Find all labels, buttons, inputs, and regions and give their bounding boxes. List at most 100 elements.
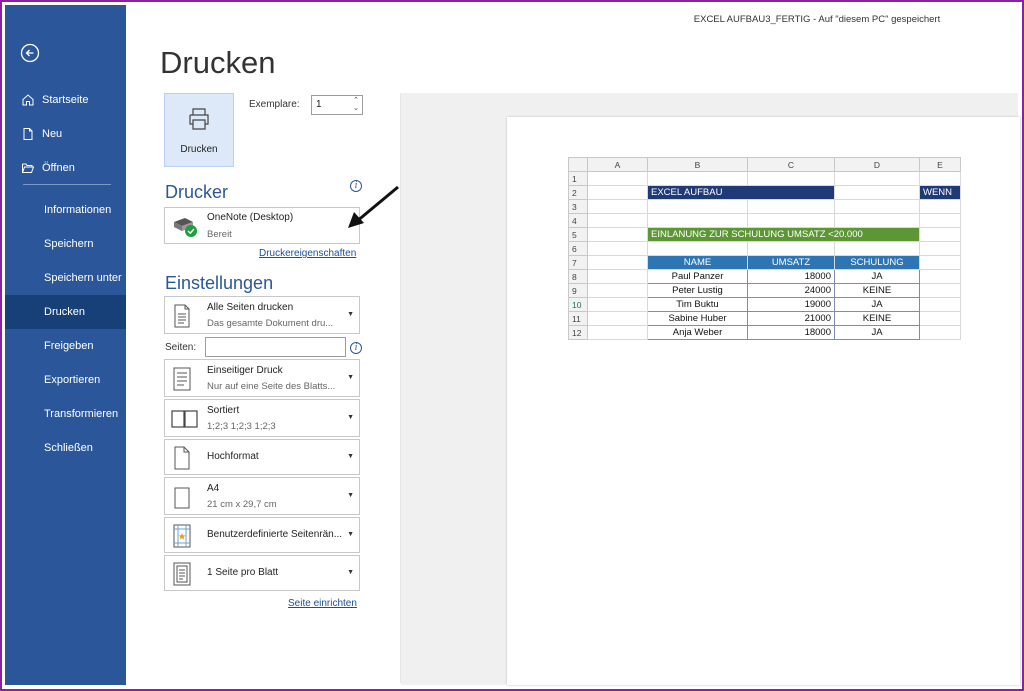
cell-name: Tim Buktu xyxy=(647,297,748,312)
cell-umsatz: 24000 xyxy=(747,283,835,298)
setting-line1: Hochformat xyxy=(207,451,259,462)
printer-icon xyxy=(189,108,209,130)
sheet-row: 2 EXCEL AUFBAU WENN xyxy=(568,185,961,200)
banner-invitation-cell: EINLANUNG ZUR SCHULUNG UMSATZ <20.000 xyxy=(647,227,920,242)
copies-value: 1 xyxy=(316,99,322,110)
sidebar-divider xyxy=(23,184,111,185)
cell-schulung: KEINE xyxy=(834,311,920,326)
cell-schulung: JA xyxy=(834,325,920,340)
sidebar-item-informationen[interactable]: Informationen xyxy=(5,193,126,227)
window-title: EXCEL AUFBAU3_FERTIG - Auf "diesem PC" g… xyxy=(693,14,941,25)
setting-line2: Nur auf eine Seite des Blatts... xyxy=(207,381,336,392)
copies-spinner[interactable]: ⌃ ⌄ xyxy=(353,97,359,113)
print-range-dropdown[interactable]: Alle Seiten drucken Das gesamte Dokument… xyxy=(164,296,360,334)
sheet-row: 3 xyxy=(568,199,961,214)
orientation-dropdown[interactable]: Hochformat ▼ xyxy=(164,439,360,475)
margins-dropdown[interactable]: Benutzerdefinierte Seitenrän... ▼ xyxy=(164,517,360,553)
table-row: 10 Tim Buktu 19000 JA xyxy=(568,297,961,312)
sidebar-item-startseite[interactable]: Startseite xyxy=(5,83,126,117)
sidebar-item-transformieren[interactable]: Transformieren xyxy=(5,397,126,431)
column-header: E xyxy=(919,157,961,172)
sidebar-item-label: Speichern unter xyxy=(44,272,122,284)
row-number: 12 xyxy=(568,325,588,340)
printer-properties-link[interactable]: Druckereigenschaften xyxy=(259,248,356,259)
sidebar-item-exportieren[interactable]: Exportieren xyxy=(5,363,126,397)
printer-name: OneNote (Desktop) xyxy=(207,212,294,223)
paper-size-dropdown[interactable]: A4 21 cm x 29,7 cm ▼ xyxy=(164,477,360,515)
cell-schulung: JA xyxy=(834,297,920,312)
column-header: D xyxy=(834,157,920,172)
table-header-name: NAME xyxy=(647,255,748,270)
pages-label: Seiten: xyxy=(165,342,197,353)
sidebar-item-label: Freigeben xyxy=(44,340,94,352)
row-number: 3 xyxy=(568,199,588,214)
cell-name: Anja Weber xyxy=(647,325,748,340)
copies-input[interactable]: 1 ⌃ ⌄ xyxy=(311,95,363,115)
chevron-down-icon: ▼ xyxy=(347,374,354,381)
sheet-row: 1 xyxy=(568,171,961,186)
row-number: 11 xyxy=(568,311,588,326)
printer-heading: Drucker xyxy=(165,182,229,202)
column-header-row: A B C D E xyxy=(568,157,961,172)
pages-per-sheet-dropdown[interactable]: 1 Seite pro Blatt ▼ xyxy=(164,555,360,591)
column-header: B xyxy=(647,157,748,172)
row-number: 5 xyxy=(568,227,588,242)
sidebar-item-drucken[interactable]: Drucken xyxy=(5,295,126,329)
collation-dropdown[interactable]: Sortiert 1;2;3 1;2;3 1;2;3 ▼ xyxy=(164,399,360,437)
backstage-sidebar: Startseite Neu Öffnen Informationen Spei… xyxy=(5,5,126,685)
setting-line1: 1 Seite pro Blatt xyxy=(207,567,279,578)
sidebar-item-label: Exportieren xyxy=(44,374,101,386)
print-button[interactable]: Drucken xyxy=(164,93,234,167)
pages-per-sheet-icon xyxy=(173,562,191,586)
copies-label: Exemplare: xyxy=(249,99,300,110)
duplex-dropdown[interactable]: Einseitiger Druck Nur auf eine Seite des… xyxy=(164,359,360,397)
column-header: C xyxy=(747,157,835,172)
sidebar-item-speichern[interactable]: Speichern xyxy=(5,227,126,261)
wenn-cell: WENN xyxy=(919,185,961,200)
row-number: 10 xyxy=(568,297,588,312)
sidebar-item-speichern-unter[interactable]: Speichern unter xyxy=(5,261,126,295)
app-window: Startseite Neu Öffnen Informationen Spei… xyxy=(0,0,1024,691)
table-header-umsatz: UMSATZ xyxy=(747,255,835,270)
setting-line1: Sortiert xyxy=(207,405,240,416)
sidebar-item-neu[interactable]: Neu xyxy=(5,117,126,151)
pages-input[interactable] xyxy=(205,337,346,357)
pages-info-icon[interactable]: i xyxy=(350,342,362,354)
cell-umsatz: 18000 xyxy=(747,325,835,340)
setting-line1: Einseitiger Druck xyxy=(207,365,283,376)
sidebar-item-schliessen[interactable]: Schließen xyxy=(5,431,126,465)
spin-up-icon[interactable]: ⌃ xyxy=(353,97,359,104)
margins-icon xyxy=(173,524,191,548)
sidebar-item-freigeben[interactable]: Freigeben xyxy=(5,329,126,363)
page-title: Drucken xyxy=(160,45,276,80)
printer-status: Bereit xyxy=(207,229,232,240)
row-number: 1 xyxy=(568,171,588,186)
sheet-row: 4 xyxy=(568,213,961,228)
sheet-row: 5 EINLANUNG ZUR SCHULUNG UMSATZ <20.000 xyxy=(568,227,961,242)
setting-line2: 1;2;3 1;2;3 1;2;3 xyxy=(207,421,276,432)
back-arrow-icon xyxy=(20,43,40,63)
sidebar-item-label: Drucken xyxy=(44,306,85,318)
cell-umsatz: 18000 xyxy=(747,269,835,284)
banner-title-cell: EXCEL AUFBAU xyxy=(647,185,835,200)
sidebar-item-label: Speichern xyxy=(44,238,94,250)
cell-name: Sabine Huber xyxy=(647,311,748,326)
cell-schulung: KEINE xyxy=(834,283,920,298)
sidebar-item-oeffnen[interactable]: Öffnen xyxy=(5,151,126,185)
spin-down-icon[interactable]: ⌄ xyxy=(353,105,359,112)
annotation-arrow xyxy=(348,185,399,228)
page-setup-link[interactable]: Seite einrichten xyxy=(288,598,357,609)
home-icon xyxy=(22,94,34,106)
table-row: 12 Anja Weber 18000 JA xyxy=(568,325,961,340)
collated-icon xyxy=(171,410,198,428)
printer-select[interactable]: OneNote (Desktop) Bereit xyxy=(164,207,360,244)
chevron-down-icon: ▼ xyxy=(347,453,354,460)
printer-ready-icon xyxy=(174,218,197,237)
cell-umsatz: 21000 xyxy=(747,311,835,326)
sidebar-item-label: Startseite xyxy=(42,94,89,106)
table-header-schulung: SCHULUNG xyxy=(834,255,920,270)
setting-line1: Alle Seiten drucken xyxy=(207,302,294,313)
chevron-down-icon: ▼ xyxy=(347,492,354,499)
back-button[interactable] xyxy=(20,43,40,63)
table-header-row: 7 NAME UMSATZ SCHULUNG xyxy=(568,255,961,270)
